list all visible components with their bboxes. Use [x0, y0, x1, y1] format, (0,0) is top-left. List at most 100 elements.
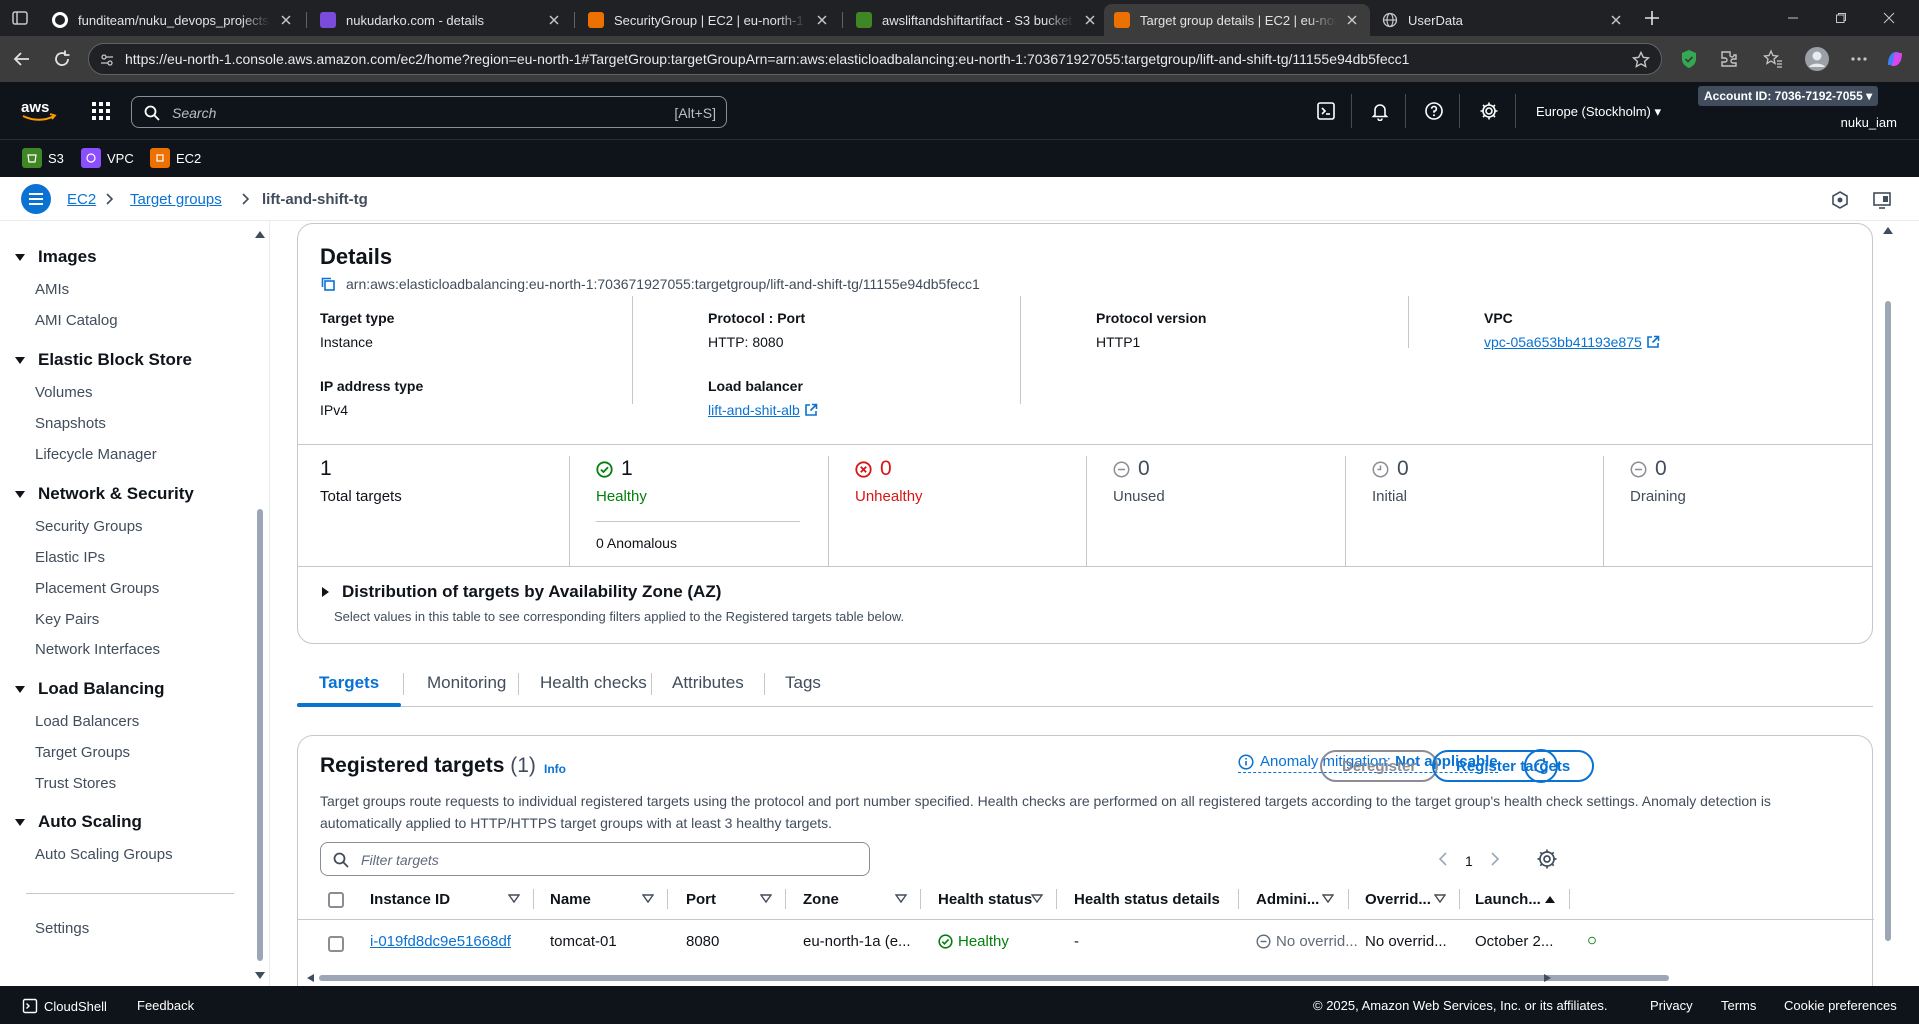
- scroll-left-icon[interactable]: [305, 973, 315, 983]
- user-menu[interactable]: nuku_iam: [1841, 115, 1897, 130]
- feedback-link[interactable]: Feedback: [137, 998, 194, 1013]
- close-window-icon[interactable]: [1866, 0, 1912, 36]
- filter-targets-input[interactable]: Filter targets: [320, 842, 870, 876]
- sidebar-item-volumes[interactable]: Volumes: [35, 384, 93, 401]
- sidebar-item-settings[interactable]: Settings: [35, 920, 89, 937]
- hamburger-menu-icon[interactable]: [21, 184, 51, 214]
- sidebar-item-target-groups[interactable]: Target Groups: [35, 744, 130, 761]
- copy-icon[interactable]: [320, 276, 336, 292]
- column-resizer[interactable]: [667, 889, 668, 909]
- column-header-administrative[interactable]: Admini...: [1256, 884, 1319, 914]
- cloudshell-icon[interactable]: [1316, 101, 1336, 121]
- row-checkbox[interactable]: [328, 936, 344, 952]
- site-info-icon[interactable]: [99, 52, 115, 68]
- sort-ascending-icon[interactable]: [1544, 894, 1556, 904]
- sort-icon[interactable]: [895, 894, 907, 904]
- column-resizer[interactable]: [1569, 889, 1570, 909]
- table-preferences-gear-icon[interactable]: [1536, 848, 1558, 870]
- sort-icon[interactable]: [760, 894, 772, 904]
- column-resizer[interactable]: [1459, 889, 1460, 909]
- load-balancer-link[interactable]: lift-and-shit-alb: [708, 402, 818, 418]
- info-link[interactable]: Info: [544, 762, 566, 776]
- nav-section-ebs[interactable]: Elastic Block Store: [14, 350, 192, 370]
- column-resizer[interactable]: [1348, 889, 1349, 909]
- close-tab-icon[interactable]: [1608, 12, 1624, 28]
- tab-actions-icon[interactable]: [10, 8, 30, 28]
- main-vertical-scrollbar[interactable]: [1881, 221, 1895, 986]
- select-all-checkbox[interactable]: [328, 892, 344, 908]
- scroll-down-icon[interactable]: [254, 971, 266, 981]
- column-header-instance-id[interactable]: Instance ID: [370, 884, 450, 914]
- sort-icon[interactable]: [1031, 894, 1043, 904]
- sort-icon[interactable]: [1322, 894, 1334, 904]
- scroll-up-icon[interactable]: [1882, 225, 1894, 235]
- url-bar[interactable]: https://eu-north-1.console.aws.amazon.co…: [88, 43, 1662, 75]
- sidebar-item-ami-catalog[interactable]: AMI Catalog: [35, 312, 118, 329]
- cookie-preferences-link[interactable]: Cookie preferences: [1784, 998, 1897, 1013]
- more-options-icon[interactable]: [1848, 48, 1870, 70]
- new-tab-icon[interactable]: [1640, 6, 1664, 30]
- cloudshell-button[interactable]: CloudShell: [22, 998, 107, 1014]
- deregister-button[interactable]: Deregister: [1320, 750, 1439, 782]
- column-resizer[interactable]: [920, 889, 921, 909]
- column-header-name[interactable]: Name: [550, 884, 591, 914]
- extensions-icon[interactable]: [1718, 48, 1740, 70]
- nav-section-auto-scaling[interactable]: Auto Scaling: [14, 812, 142, 832]
- favorites-icon[interactable]: [1762, 48, 1784, 70]
- aws-search-input[interactable]: Search [Alt+S]: [131, 96, 727, 128]
- browser-tab-github[interactable]: funditeam/nuku_devops_projects: [42, 4, 304, 36]
- vpc-link[interactable]: vpc-05a653bb41193e875: [1484, 334, 1660, 350]
- scrollbar-thumb[interactable]: [1885, 301, 1891, 941]
- tab-monitoring[interactable]: Monitoring: [427, 673, 506, 693]
- sidebar-item-auto-scaling-groups[interactable]: Auto Scaling Groups: [35, 846, 173, 863]
- browser-tab-security-group[interactable]: SecurityGroup | EC2 | eu-north-1: [578, 4, 840, 36]
- scrollbar-thumb[interactable]: [257, 509, 263, 961]
- browser-tab-userdata[interactable]: UserData: [1372, 4, 1634, 36]
- tab-targets[interactable]: Targets: [319, 673, 379, 693]
- previous-page-icon[interactable]: [1436, 851, 1452, 867]
- nav-section-images[interactable]: Images: [14, 247, 97, 267]
- shield-extension-icon[interactable]: [1678, 48, 1700, 70]
- sidebar-item-network-interfaces[interactable]: Network Interfaces: [35, 641, 160, 658]
- column-header-launch-time[interactable]: Launch...: [1475, 884, 1541, 914]
- copilot-icon[interactable]: [1884, 48, 1906, 70]
- sidebar-item-placement-groups[interactable]: Placement Groups: [35, 580, 159, 597]
- column-header-port[interactable]: Port: [686, 884, 716, 914]
- tab-health-checks[interactable]: Health checks: [540, 673, 647, 693]
- browser-tab-s3-bucket[interactable]: awsliftandshiftartifact - S3 bucket: [846, 4, 1108, 36]
- settings-gear-icon[interactable]: [1479, 101, 1499, 121]
- column-header-health-status[interactable]: Health status: [938, 884, 1032, 914]
- sidebar-item-snapshots[interactable]: Snapshots: [35, 415, 106, 432]
- register-targets-button[interactable]: Register targets: [1432, 750, 1595, 782]
- console-tools-icon[interactable]: [1830, 190, 1850, 210]
- current-page[interactable]: 1: [1465, 853, 1473, 869]
- bookmark-star-icon[interactable]: [1631, 50, 1651, 70]
- sort-icon[interactable]: [508, 894, 520, 904]
- favorite-s3[interactable]: S3: [22, 148, 64, 168]
- nav-section-network-security[interactable]: Network & Security: [14, 484, 194, 504]
- profile-avatar-icon[interactable]: [1804, 46, 1830, 72]
- minimize-icon[interactable]: [1770, 0, 1816, 36]
- sort-icon[interactable]: [1434, 894, 1446, 904]
- column-header-override[interactable]: Overrid...: [1365, 884, 1431, 914]
- column-resizer[interactable]: [1238, 889, 1239, 909]
- region-selector[interactable]: Europe (Stockholm) ▾: [1536, 104, 1661, 120]
- next-page-icon[interactable]: [1486, 851, 1502, 867]
- az-distribution-toggle[interactable]: Distribution of targets by Availability …: [320, 582, 721, 602]
- column-resizer[interactable]: [533, 889, 534, 909]
- sort-icon[interactable]: [642, 894, 654, 904]
- sidebar-item-load-balancers[interactable]: Load Balancers: [35, 713, 139, 730]
- browser-tab-nukudarko[interactable]: nukudarko.com - details: [310, 4, 572, 36]
- aws-logo[interactable]: aws: [20, 99, 58, 123]
- sidebar-item-security-groups[interactable]: Security Groups: [35, 518, 143, 535]
- panel-layout-icon[interactable]: [1872, 190, 1892, 210]
- services-menu-icon[interactable]: [91, 101, 111, 121]
- table-horizontal-scrollbar[interactable]: [297, 972, 1873, 984]
- help-icon[interactable]: [1424, 101, 1444, 121]
- tab-tags[interactable]: Tags: [785, 673, 821, 693]
- scroll-right-icon[interactable]: [1543, 973, 1553, 983]
- account-id-badge[interactable]: Account ID: 7036-7192-7055 ▾: [1698, 86, 1879, 106]
- tab-attributes[interactable]: Attributes: [672, 673, 744, 693]
- column-resizer[interactable]: [785, 889, 786, 909]
- restore-icon[interactable]: [1818, 0, 1864, 36]
